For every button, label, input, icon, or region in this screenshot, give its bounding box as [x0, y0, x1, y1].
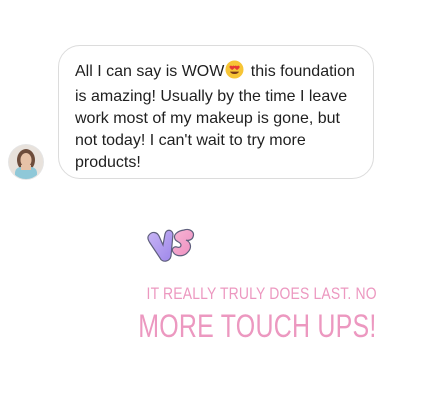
message-text: All I can say is WOW this foundation is …: [75, 60, 359, 174]
message-bubble: All I can say is WOW this foundation is …: [58, 45, 374, 179]
user-avatar[interactable]: [9, 145, 43, 179]
caption-line-1: IT REALLY TRULY DOES LAST. NO: [146, 284, 377, 303]
heart-eyes-emoji-icon: [225, 60, 244, 86]
caption-line-2: MORE TOUCH UPS!: [138, 308, 377, 344]
user-avatar-photo-icon: [9, 145, 43, 179]
pastel-letter-sticker-icon: [147, 228, 195, 262]
message-text-start: All I can say is WOW: [75, 63, 225, 80]
pastel-letter-sticker: [145, 224, 199, 266]
